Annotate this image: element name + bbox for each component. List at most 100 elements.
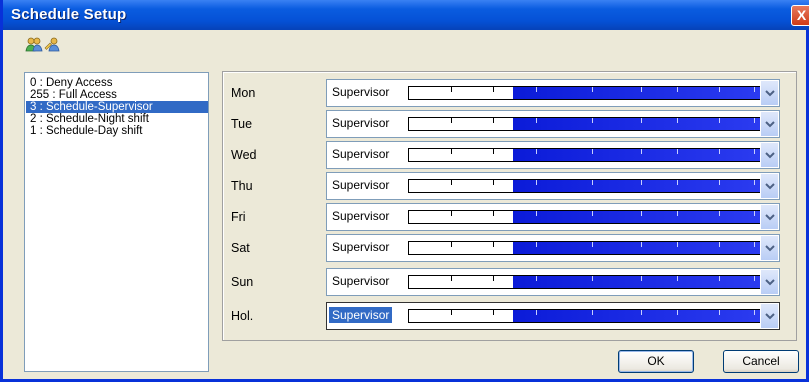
ok-button[interactable]: OK [618,350,694,373]
time-range-bar [408,179,762,193]
time-tick [718,118,720,123]
time-tick [676,211,678,216]
schedule-combo-value: Supervisor [332,274,390,288]
chevron-down-icon[interactable] [760,81,778,105]
schedule-setup-window: Schedule Setup X 0 : Deny Access 255 : Fu… [0,0,809,382]
time-range-bar [408,86,762,100]
time-tick [718,87,720,92]
title-bar[interactable]: Schedule Setup X [3,0,809,30]
chevron-down-icon[interactable] [760,236,778,260]
time-tick [592,310,594,315]
time-tick [592,276,594,281]
time-tick [753,310,755,315]
time-tick [535,118,537,123]
chevron-down-icon[interactable] [760,143,778,167]
time-tick [718,211,720,216]
time-tick [753,242,755,247]
schedule-combo-fri[interactable]: Supervisor [326,203,780,231]
add-users-icon[interactable] [25,36,43,52]
time-tick [676,242,678,247]
schedule-combo-value: Supervisor [332,209,390,223]
time-tick [493,276,495,281]
time-tick [493,87,495,92]
schedule-combo-value: Supervisor [332,147,390,161]
time-tick [535,211,537,216]
cancel-button[interactable]: Cancel [723,350,799,373]
day-label-mon: Mon [231,86,256,100]
time-tick [718,149,720,154]
schedule-combo-sun[interactable]: Supervisor [326,268,780,296]
time-tick [535,149,537,154]
time-tick [451,211,453,216]
time-tick [641,310,643,315]
time-range-bar [408,309,762,323]
time-tick [592,180,594,185]
time-tick [676,310,678,315]
time-tick [592,149,594,154]
chevron-down-icon[interactable] [760,174,778,198]
time-tick [451,276,453,281]
time-tick [535,180,537,185]
time-tick [592,87,594,92]
schedule-combo-tue[interactable]: Supervisor [326,110,780,138]
schedule-list-item[interactable]: 1 : Schedule-Day shift [26,125,208,137]
time-tick [592,242,594,247]
edit-user-icon[interactable] [44,36,62,52]
time-range-bar [408,117,762,131]
day-label-sun: Sun [231,275,254,289]
time-tick [641,180,643,185]
time-tick [493,180,495,185]
time-tick [641,87,643,92]
time-range-bar [408,148,762,162]
day-label-wed: Wed [231,148,257,162]
time-tick [753,118,755,123]
chevron-down-icon[interactable] [760,205,778,229]
schedule-combo-value: Supervisor [332,85,390,99]
time-tick [753,276,755,281]
time-tick [718,310,720,315]
schedule-list-item[interactable]: 2 : Schedule-Night shift [26,113,208,125]
schedule-list[interactable]: 0 : Deny Access 255 : Full Access 3 : Sche… [24,72,209,372]
schedule-combo-sat[interactable]: Supervisor [326,234,780,262]
day-label-sat: Sat [231,241,250,255]
time-tick [451,180,453,185]
schedule-list-item[interactable]: 3 : Schedule-Supervisor [26,101,208,113]
time-tick [535,87,537,92]
time-tick [753,87,755,92]
time-tick [641,242,643,247]
time-tick [592,118,594,123]
day-label-tue: Tue [231,117,253,131]
time-tick [451,118,453,123]
chevron-down-icon[interactable] [760,270,778,294]
schedule-combo-mon[interactable]: Supervisor [326,79,780,107]
schedule-combo-thu[interactable]: Supervisor [326,172,780,200]
schedule-combo-value: Supervisor [332,178,390,192]
schedule-combo-wed[interactable]: Supervisor [326,141,780,169]
time-range-bar [408,241,762,255]
schedule-list-item[interactable]: 0 : Deny Access [26,77,208,89]
time-tick [676,180,678,185]
schedule-combo-value: Supervisor [332,116,390,130]
time-tick [451,310,453,315]
time-tick [641,276,643,281]
time-tick [493,242,495,247]
chevron-down-icon[interactable] [760,304,778,328]
close-button[interactable]: X [791,5,809,26]
time-tick [718,180,720,185]
time-tick [535,310,537,315]
time-tick [676,149,678,154]
schedule-combo-hol[interactable]: Supervisor [326,302,780,330]
time-range-bar [408,210,762,224]
time-tick [753,149,755,154]
time-tick [493,118,495,123]
chevron-down-icon[interactable] [760,112,778,136]
day-label-hol: Hol. [231,309,254,323]
time-tick [535,276,537,281]
time-tick [535,242,537,247]
schedule-combo-value: Supervisor [332,240,390,254]
time-tick [718,242,720,247]
time-tick [676,118,678,123]
time-tick [592,211,594,216]
schedule-list-item[interactable]: 255 : Full Access [26,89,208,101]
day-label-thu: Thu [231,179,253,193]
